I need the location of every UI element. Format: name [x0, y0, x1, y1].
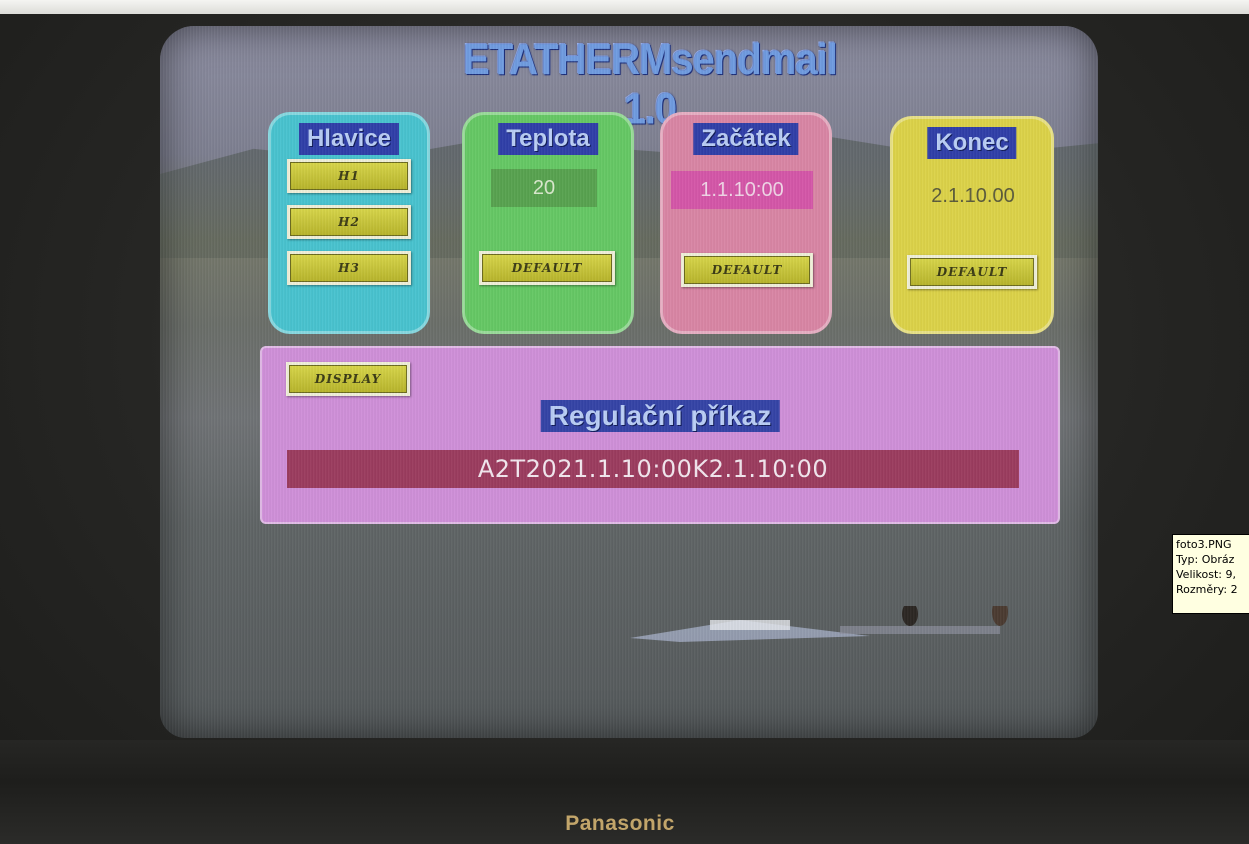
konec-default-button[interactable]: DEFAULT — [907, 255, 1037, 289]
command-output: A2T2021.1.10:00K2.1.10:00 — [287, 450, 1019, 488]
background-beach-scene — [630, 606, 1008, 642]
tooltip-line: foto3.PNG — [1176, 538, 1232, 551]
regulation-title: Regulační příkaz — [540, 400, 780, 432]
zacatek-default-button[interactable]: DEFAULT — [681, 253, 813, 287]
end-time-value[interactable]: 2.1.10.00 — [903, 177, 1043, 215]
window-edge — [0, 0, 1249, 14]
tooltip-line: Rozměry: 2 — [1176, 583, 1238, 596]
panel-header-teplota: Teplota — [498, 123, 598, 155]
display-button[interactable]: DISPLAY — [286, 362, 410, 396]
temperature-value[interactable]: 20 — [491, 169, 597, 207]
tooltip-line: Typ: Obráz — [1176, 553, 1235, 566]
teplota-default-button[interactable]: DEFAULT — [479, 251, 615, 285]
panel-header-zacatek: Začátek — [693, 123, 799, 155]
panel-teplota: Teplota 20 DEFAULT — [462, 112, 634, 334]
h1-button[interactable]: H1 — [287, 159, 411, 193]
panel-header-hlavice: Hlavice — [298, 123, 400, 155]
panel-regulace: DISPLAY Regulační příkaz A2T2021.1.10:00… — [260, 346, 1060, 524]
tv-screen: ETATHERMsendmail 1.0 Hlavice H1 H2 H3 Te… — [160, 26, 1098, 738]
h3-button[interactable]: H3 — [287, 251, 411, 285]
h2-button[interactable]: H2 — [287, 205, 411, 239]
tooltip-line: Velikost: 9, — [1176, 568, 1237, 581]
tv-brand-label: Panasonic — [565, 812, 675, 835]
panel-hlavice: Hlavice H1 H2 H3 — [268, 112, 430, 334]
panel-zacatek: Začátek 1.1.10:00 DEFAULT — [660, 112, 832, 334]
start-time-value[interactable]: 1.1.10:00 — [671, 171, 813, 209]
panel-konec: Konec 2.1.10.00 DEFAULT — [890, 116, 1054, 334]
panel-header-konec: Konec — [927, 127, 1017, 159]
file-info-tooltip: foto3.PNG Typ: Obráz Velikost: 9, Rozměr… — [1172, 534, 1249, 614]
